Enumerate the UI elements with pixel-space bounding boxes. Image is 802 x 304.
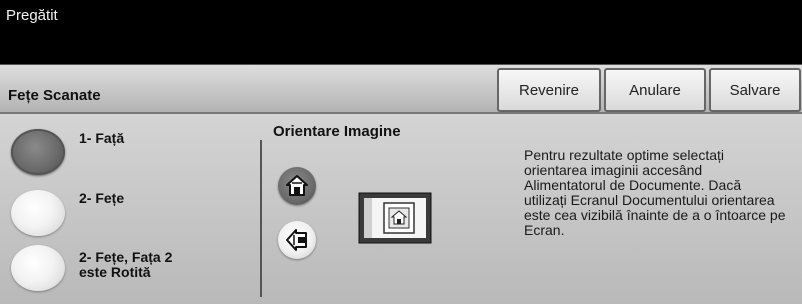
main-panel: 1- Față 2- Fețe 2- Fețe, Fața 2 este Rot… xyxy=(0,114,802,304)
orientation-title: Orientare Imagine xyxy=(273,123,401,140)
status-bar: Pregătit xyxy=(0,0,802,64)
option-2-sided-rotated-label: 2- Fețe, Fața 2 este Rotită xyxy=(79,249,173,280)
upright-house-icon xyxy=(286,175,308,196)
help-text: Pentru rezultate optime selectați orient… xyxy=(524,147,786,238)
back-button[interactable]: Revenire xyxy=(497,68,601,112)
rotated-house-icon xyxy=(286,229,307,251)
option-1-sided-radio[interactable] xyxy=(11,129,65,175)
orientation-rotated-button[interactable] xyxy=(278,221,316,259)
option-2-sided-rotated-radio[interactable] xyxy=(11,245,65,291)
title-bar: Fețe Scanate Revenire Anulare Salvare xyxy=(0,64,802,114)
panel-title: Fețe Scanate xyxy=(8,87,101,104)
save-button[interactable]: Salvare xyxy=(709,68,801,112)
document-feeder-icon xyxy=(358,192,432,244)
cancel-button[interactable]: Anulare xyxy=(604,68,706,112)
status-text: Pregătit xyxy=(6,7,58,24)
option-2-sided-label: 2- Fețe xyxy=(79,190,125,206)
orientation-upright-button[interactable] xyxy=(278,167,316,205)
option-2-sided-radio[interactable] xyxy=(11,190,65,236)
divider xyxy=(260,140,262,297)
option-1-sided-label: 1- Față xyxy=(79,130,125,146)
